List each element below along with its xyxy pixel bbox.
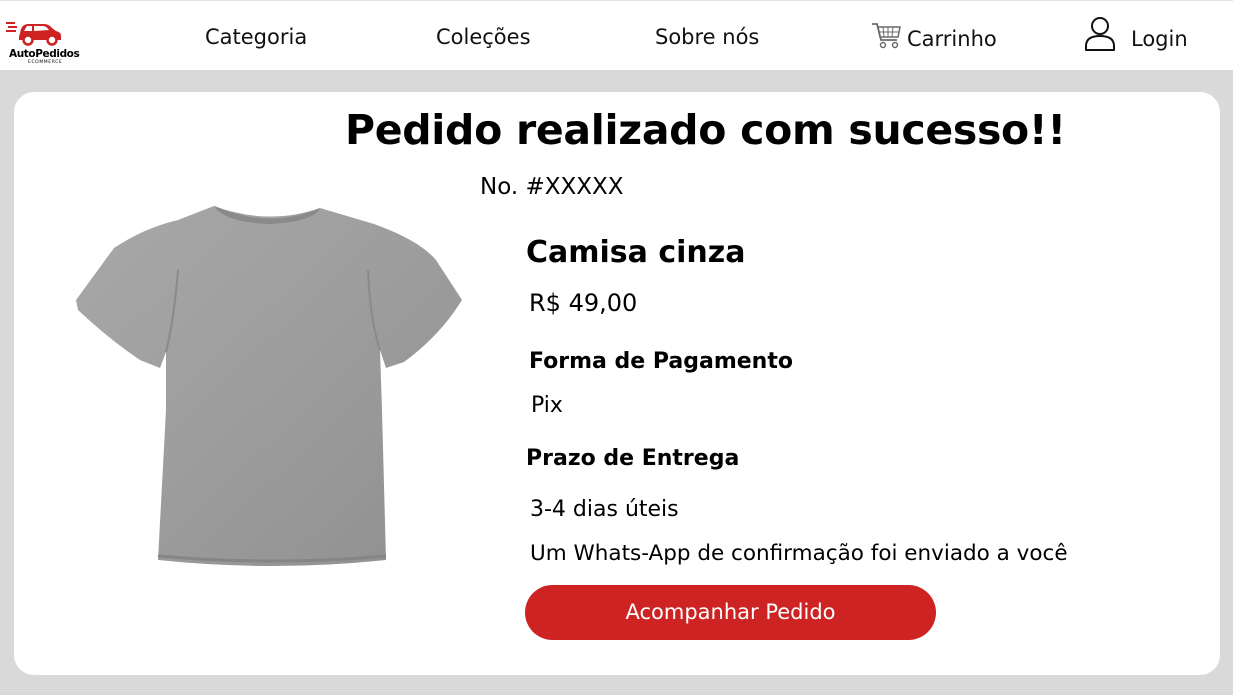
delivery-time-value: 3-4 dias úteis [530, 497, 679, 522]
page-title: Pedido realizado com sucesso!! [345, 106, 1066, 154]
delivery-time-label: Prazo de Entrega [526, 446, 740, 471]
nav-link-sobre-nos[interactable]: Sobre nós [655, 23, 759, 51]
top-navbar: AutoPedidos ECOMMERCE Categoria Coleções… [0, 0, 1233, 70]
nav-link-carrinho[interactable]: Carrinho [871, 21, 997, 56]
product-price: R$ 49,00 [529, 289, 638, 317]
cart-label: Carrinho [907, 26, 997, 51]
whatsapp-confirmation-message: Um Whats-App de confirmação foi enviado … [530, 541, 1068, 566]
brand-name: AutoPedidos [9, 48, 80, 60]
nav-link-categoria[interactable]: Categoria [205, 23, 307, 51]
car-logo-icon [6, 22, 61, 46]
user-icon [1083, 15, 1117, 60]
nav-link-login[interactable]: Login [1083, 15, 1188, 60]
brand-tagline: ECOMMERCE [28, 60, 63, 65]
cart-icon [871, 21, 902, 56]
payment-method-label: Forma de Pagamento [529, 349, 793, 374]
nav-link-colecoes[interactable]: Coleções [436, 23, 531, 51]
track-order-button[interactable]: Acompanhar Pedido [525, 585, 936, 640]
order-number: No. #XXXXX [480, 174, 624, 200]
gray-tshirt-icon [76, 206, 462, 566]
login-label: Login [1131, 26, 1188, 51]
product-name: Camisa cinza [526, 235, 746, 270]
payment-method-value: Pix [531, 393, 563, 418]
brand-logo[interactable]: AutoPedidos ECOMMERCE [6, 15, 86, 67]
product-image [74, 200, 466, 572]
